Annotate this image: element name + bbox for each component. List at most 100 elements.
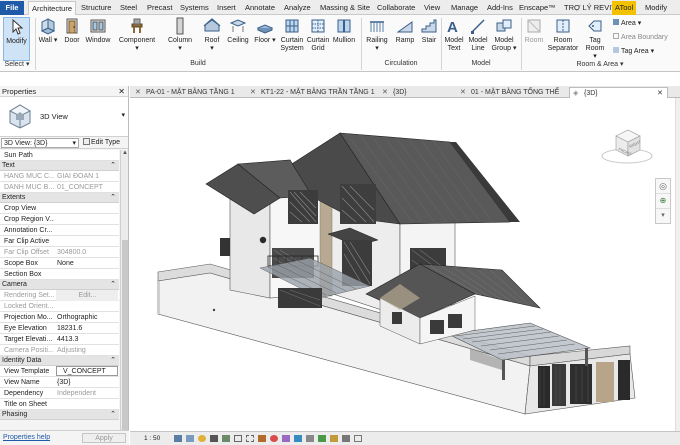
rendering-edit-button[interactable]: Edit... bbox=[56, 290, 118, 301]
prop-value[interactable]: None bbox=[56, 258, 118, 269]
view-tab[interactable]: ✕ 01 - MẶT BẰNG TỔNG THỂ bbox=[457, 87, 567, 98]
curtain-grid-button[interactable]: Curtain Grid bbox=[306, 17, 330, 61]
reveal-hidden-icon[interactable] bbox=[282, 435, 290, 442]
reveal-constraints-icon[interactable] bbox=[306, 435, 314, 442]
tab-analyze[interactable]: Analyze bbox=[281, 1, 314, 15]
floor-button[interactable]: Floor ▾ bbox=[254, 17, 276, 61]
prop-value[interactable]: 4413.3 bbox=[56, 334, 118, 345]
chevron-down-icon[interactable]: ▾ bbox=[656, 209, 670, 223]
show-constraints-icon[interactable] bbox=[342, 435, 350, 442]
close-icon[interactable]: ✕ bbox=[118, 86, 125, 97]
door-button[interactable]: Door bbox=[61, 17, 83, 61]
window-button[interactable]: Window bbox=[84, 17, 112, 61]
building-model[interactable] bbox=[130, 98, 675, 431]
section-text[interactable]: Text ⌃ bbox=[0, 161, 119, 171]
area-boundary-button[interactable]: Area Boundary bbox=[613, 33, 668, 41]
prop-value[interactable]: 01_CONCEPT bbox=[56, 182, 118, 193]
prop-value[interactable]: Orthographic bbox=[56, 312, 118, 323]
sun-path-icon[interactable] bbox=[198, 435, 206, 442]
section-phasing[interactable]: Phasing ⌃ bbox=[0, 410, 119, 420]
tab-atool[interactable]: ATool bbox=[612, 1, 637, 15]
worksharing-icon[interactable] bbox=[294, 435, 302, 442]
tab-file[interactable]: File bbox=[0, 1, 24, 15]
column-button[interactable]: Column ▾ bbox=[166, 17, 194, 61]
ramp-button[interactable]: Ramp bbox=[393, 17, 417, 61]
shadows-icon[interactable] bbox=[210, 435, 218, 442]
roof-button[interactable]: Roof ▾ bbox=[202, 17, 222, 61]
section-extents[interactable]: Extents ⌃ bbox=[0, 193, 119, 203]
viewport-scrollbar[interactable] bbox=[675, 98, 680, 431]
type-selector[interactable]: 3D View ▾ bbox=[0, 97, 128, 137]
view-scale[interactable]: 1 : 50 bbox=[144, 432, 160, 445]
mullion-button[interactable]: Mullion bbox=[331, 17, 357, 61]
lock-3d-view-icon[interactable] bbox=[258, 435, 266, 442]
tab-collaborate[interactable]: Collaborate bbox=[374, 1, 418, 15]
section-identity-data[interactable]: Identity Data ⌃ bbox=[0, 356, 119, 366]
tab-insert[interactable]: Insert bbox=[214, 1, 239, 15]
tab-tro-ly-revit[interactable]: TRỢ LÝ REVIT bbox=[561, 1, 619, 15]
crop-view-icon[interactable] bbox=[234, 435, 242, 442]
prop-value[interactable]: 18231.6 bbox=[56, 323, 118, 334]
instance-selector[interactable]: 3D View: {3D} ▾ bbox=[1, 138, 79, 148]
highlight-displacement-icon[interactable] bbox=[330, 435, 338, 442]
area-button[interactable]: Area ▾ bbox=[613, 19, 641, 27]
render-icon[interactable] bbox=[222, 435, 230, 442]
model-line-button[interactable]: Model Line bbox=[467, 17, 489, 61]
room-area-panel-label[interactable]: Room & Area ▾ bbox=[522, 60, 678, 70]
close-icon[interactable]: ✕ bbox=[135, 87, 141, 98]
prop-value[interactable]: 304800.0 bbox=[56, 247, 118, 258]
crop-region-icon[interactable] bbox=[246, 435, 254, 442]
prop-value[interactable]: GIAI ĐOẠN 1 bbox=[56, 171, 118, 182]
modify-button[interactable]: Modify bbox=[3, 17, 30, 61]
model-text-button[interactable]: A Model Text bbox=[443, 17, 465, 61]
edit-type-button[interactable]: Edit Type bbox=[83, 138, 120, 148]
steering-wheel-icon[interactable]: ◎ bbox=[656, 179, 670, 194]
tab-annotate[interactable]: Annotate bbox=[242, 1, 278, 15]
curtain-system-button[interactable]: Curtain System bbox=[279, 17, 305, 61]
apply-button[interactable]: Apply bbox=[82, 433, 126, 443]
view-template-button[interactable]: V_CONCEPT bbox=[56, 366, 118, 376]
tab-systems[interactable]: Systems bbox=[177, 1, 212, 15]
component-button[interactable]: Component ▾ bbox=[117, 17, 157, 61]
zoom-region-icon[interactable]: ⊕ bbox=[656, 194, 670, 209]
properties-help-link[interactable]: Properties help bbox=[3, 434, 50, 441]
view-options-icon[interactable] bbox=[354, 435, 362, 442]
room-button[interactable]: Room bbox=[523, 17, 545, 61]
tab-manage[interactable]: Manage bbox=[448, 1, 481, 15]
room-separator-button[interactable]: Room Separator bbox=[547, 17, 579, 61]
view-tab[interactable]: ✕ {3D} bbox=[379, 87, 455, 98]
select-panel-label[interactable]: Select ▾ bbox=[0, 60, 34, 70]
tab-view[interactable]: View bbox=[421, 1, 443, 15]
detail-level-icon[interactable] bbox=[174, 435, 182, 442]
section-camera[interactable]: Camera ⌃ bbox=[0, 280, 119, 290]
visual-style-icon[interactable] bbox=[186, 435, 194, 442]
wall-button[interactable]: Wall ▾ bbox=[37, 17, 59, 61]
stair-button[interactable]: Stair bbox=[418, 17, 440, 61]
tab-massing-site[interactable]: Massing & Site bbox=[317, 1, 373, 15]
tab-precast[interactable]: Precast bbox=[144, 1, 175, 15]
temporary-hide-icon[interactable] bbox=[270, 435, 278, 442]
tab-modify[interactable]: Modify bbox=[642, 1, 670, 15]
prop-value[interactable]: {3D} bbox=[56, 377, 118, 388]
scroll-up-icon[interactable]: ▲ bbox=[122, 150, 128, 158]
tab-add-ins[interactable]: Add-Ins bbox=[484, 1, 516, 15]
tag-area-button[interactable]: Tag Area ▾ bbox=[613, 47, 654, 55]
analytical-model-icon[interactable] bbox=[318, 435, 326, 442]
viewcube[interactable]: FRONT RIGHT bbox=[600, 126, 654, 168]
close-icon[interactable]: ✕ bbox=[382, 87, 388, 98]
railing-button[interactable]: Railing ▾ bbox=[364, 17, 390, 61]
scrollbar-thumb[interactable] bbox=[122, 240, 128, 430]
view-tab-active[interactable]: ◈ {3D} ✕ bbox=[569, 87, 668, 98]
tab-enscape[interactable]: Enscape™ bbox=[516, 1, 559, 15]
tag-room-button[interactable]: Tag Room ▾ bbox=[583, 17, 607, 61]
ceiling-button[interactable]: Ceiling bbox=[226, 17, 250, 61]
properties-scrollbar[interactable]: ▲ bbox=[120, 150, 128, 430]
model-group-button[interactable]: Model Group ▾ bbox=[491, 17, 517, 61]
3d-viewport[interactable]: FRONT RIGHT ◎ ⊕ ▾ bbox=[130, 98, 675, 431]
close-icon[interactable]: ✕ bbox=[460, 87, 466, 98]
view-tab[interactable]: ✕ KT1-22 - MẶT BẰNG TRẦN TẦNG 1 bbox=[247, 87, 377, 98]
tab-steel[interactable]: Steel bbox=[117, 1, 140, 15]
close-icon[interactable]: ✕ bbox=[250, 87, 256, 98]
view-tab[interactable]: ✕ PA-01 - MẶT BẰNG TẦNG 1 bbox=[132, 87, 245, 98]
tab-structure[interactable]: Structure bbox=[78, 1, 114, 15]
